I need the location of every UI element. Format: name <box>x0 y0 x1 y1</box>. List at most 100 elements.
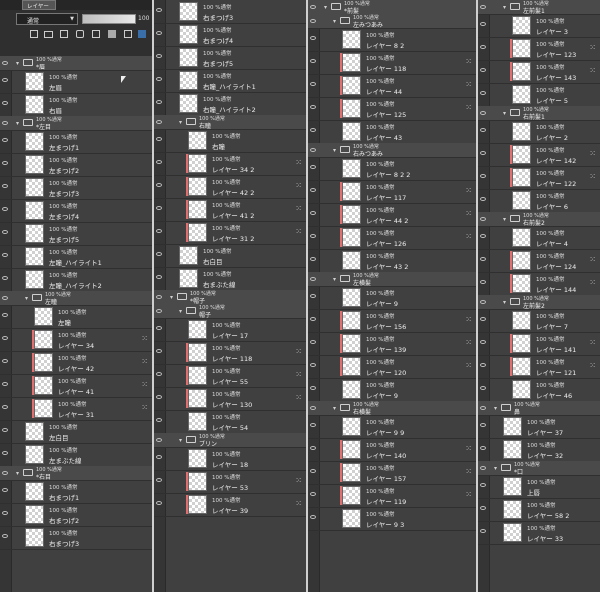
visibility-eye-icon[interactable] <box>310 317 316 321</box>
visibility-eye-icon[interactable] <box>480 423 486 427</box>
layer-row[interactable]: 100 %通常 右まつげ2 <box>0 503 152 527</box>
layer-row[interactable]: 100 %通常 レイヤー 126 ⁙ <box>308 226 476 250</box>
layer-folder[interactable]: ▾ 100 %通常 左横髪 <box>308 272 476 287</box>
layer-folder[interactable]: ▾ 100 %通常 *帽子 <box>154 290 306 305</box>
layer-row[interactable]: 100 %通常 レイヤー 44 2 ⁙ <box>308 203 476 227</box>
visibility-eye-icon[interactable] <box>2 138 8 142</box>
layer-row[interactable]: 100 %通常 右まつげ4 <box>154 23 306 47</box>
visibility-eye-icon[interactable] <box>480 317 486 321</box>
lock-icon[interactable] <box>92 30 100 38</box>
layer-folder[interactable]: ▾ 100 %通常 *左目 <box>0 116 152 131</box>
layer-row[interactable]: 100 %通常 左瞳_ハイライト2 <box>0 268 152 292</box>
visibility-eye-icon[interactable] <box>480 446 486 450</box>
layer-row[interactable]: 100 %通常 右まつげ3 <box>154 0 306 24</box>
visibility-eye-icon[interactable] <box>156 478 162 482</box>
visibility-eye-icon[interactable] <box>480 68 486 72</box>
visibility-eye-icon[interactable] <box>310 105 316 109</box>
layer-folder[interactable]: ▾ 100 %通常 左みつあみ <box>308 14 476 29</box>
layer-row[interactable]: 100 %通常 レイヤー 2 <box>478 120 600 144</box>
layer-row[interactable]: 100 %通常 レイヤー 156 ⁙ <box>308 309 476 333</box>
layer-row[interactable]: 100 %通常 レイヤー 157 ⁙ <box>308 461 476 485</box>
visibility-eye-icon[interactable] <box>310 277 316 281</box>
folder-toggle-icon[interactable]: ▾ <box>168 292 175 302</box>
visibility-eye-icon[interactable] <box>480 197 486 201</box>
layer-row[interactable]: 100 %通常 左眉 <box>0 70 152 94</box>
layer-row[interactable]: 100 %通常 レイヤー 44 ⁙ <box>308 74 476 98</box>
visibility-eye-icon[interactable] <box>2 121 8 125</box>
layer-folder[interactable]: ▾ 100 %通常 左前髪1 <box>478 0 600 15</box>
visibility-eye-icon[interactable] <box>310 128 316 132</box>
visibility-eye-icon[interactable] <box>310 165 316 169</box>
layer-row[interactable]: 100 %通常 レイヤー 143 ⁙ <box>478 60 600 84</box>
visibility-eye-icon[interactable] <box>310 257 316 261</box>
layer-folder[interactable]: ▾ 100 %通常 右横髪 <box>308 401 476 416</box>
visibility-eye-icon[interactable] <box>2 359 8 363</box>
folder-toggle-icon[interactable]: ▾ <box>501 108 508 118</box>
layer-row[interactable]: 100 %通常 レイヤー 4 <box>478 226 600 250</box>
layer-row[interactable]: 100 %通常 右瞳_ハイライト1 <box>154 69 306 93</box>
layer-row[interactable]: 100 %通常 レイヤー 58 2 <box>478 498 600 522</box>
layer-row[interactable]: 100 %通常 レイヤー 32 <box>478 438 600 462</box>
layer-row[interactable]: 100 %通常 レイヤー 3 <box>478 14 600 38</box>
visibility-eye-icon[interactable] <box>156 160 162 164</box>
folder-toggle-icon[interactable]: ▾ <box>331 403 338 413</box>
folder-toggle-icon[interactable]: ▾ <box>492 403 499 413</box>
layer-row[interactable]: 100 %通常 レイヤー 31 2 ⁙ <box>154 221 306 245</box>
layer-row[interactable]: 100 %通常 レイヤー 53 ⁙ <box>154 470 306 494</box>
visibility-eye-icon[interactable] <box>310 82 316 86</box>
visibility-eye-icon[interactable] <box>156 8 162 12</box>
layer-row[interactable]: 100 %通常 レイヤー 6 <box>478 189 600 213</box>
visibility-eye-icon[interactable] <box>156 120 162 124</box>
layer-folder[interactable]: ▾ 100 %通常 *眉 <box>0 56 152 71</box>
visibility-eye-icon[interactable] <box>310 234 316 238</box>
delete-layer-icon[interactable] <box>124 30 132 38</box>
visibility-eye-icon[interactable] <box>2 534 8 538</box>
layer-folder[interactable]: ▾ 100 %通常 ブリン <box>154 433 306 448</box>
visibility-eye-icon[interactable] <box>310 188 316 192</box>
folder-toggle-icon[interactable]: ▾ <box>177 435 184 445</box>
folder-toggle-icon[interactable]: ▾ <box>14 468 21 478</box>
layer-row[interactable]: 100 %通常 左まつげ4 <box>0 199 152 223</box>
visibility-eye-icon[interactable] <box>310 386 316 390</box>
layer-row[interactable]: 100 %通常 レイヤー 9 3 <box>308 507 476 531</box>
visibility-eye-icon[interactable] <box>480 280 486 284</box>
visibility-eye-icon[interactable] <box>156 418 162 422</box>
visibility-eye-icon[interactable] <box>156 183 162 187</box>
layer-tab[interactable]: レイヤー <box>22 0 56 10</box>
layer-row[interactable]: 100 %通常 レイヤー 117 ⁙ <box>308 180 476 204</box>
visibility-eye-icon[interactable] <box>2 382 8 386</box>
visibility-eye-icon[interactable] <box>156 295 162 299</box>
visibility-eye-icon[interactable] <box>310 469 316 473</box>
visibility-eye-icon[interactable] <box>480 151 486 155</box>
layer-row[interactable]: 100 %通常 レイヤー 5 <box>478 83 600 107</box>
visibility-eye-icon[interactable] <box>2 184 8 188</box>
layer-row[interactable]: 100 %通常 レイヤー 118 ⁙ <box>308 51 476 75</box>
visibility-eye-icon[interactable] <box>2 61 8 65</box>
layer-color-icon[interactable] <box>138 30 146 38</box>
layer-row[interactable]: 100 %通常 レイヤー 18 <box>154 447 306 471</box>
visibility-eye-icon[interactable] <box>480 363 486 367</box>
visibility-eye-icon[interactable] <box>2 253 8 257</box>
layer-row[interactable]: 100 %通常 レイヤー 46 <box>478 378 600 402</box>
visibility-eye-icon[interactable] <box>310 423 316 427</box>
folder-toggle-icon[interactable]: ▾ <box>322 2 329 12</box>
visibility-eye-icon[interactable] <box>310 340 316 344</box>
layer-row[interactable]: 100 %通常 レイヤー 55 ⁙ <box>154 364 306 388</box>
folder-toggle-icon[interactable]: ▾ <box>14 118 21 128</box>
layer-row[interactable]: 100 %通常 左まつげ2 <box>0 153 152 177</box>
visibility-eye-icon[interactable] <box>2 511 8 515</box>
visibility-eye-icon[interactable] <box>480 91 486 95</box>
folder-toggle-icon[interactable]: ▾ <box>501 214 508 224</box>
visibility-eye-icon[interactable] <box>480 174 486 178</box>
visibility-eye-icon[interactable] <box>156 438 162 442</box>
visibility-eye-icon[interactable] <box>2 161 8 165</box>
layer-row[interactable]: 100 %通常 レイヤー 42 2 ⁙ <box>154 175 306 199</box>
layer-row[interactable]: 100 %通常 左白目 <box>0 420 152 444</box>
visibility-eye-icon[interactable] <box>2 313 8 317</box>
visibility-eye-icon[interactable] <box>2 296 8 300</box>
folder-toggle-icon[interactable]: ▾ <box>501 2 508 12</box>
layer-row[interactable]: 100 %通常 レイヤー 34 ⁙ <box>0 328 152 352</box>
layer-folder[interactable]: ▾ 100 %通常 左瞳 <box>0 291 152 306</box>
visibility-eye-icon[interactable] <box>2 428 8 432</box>
layer-row[interactable]: 100 %通常 右まつげ1 <box>0 480 152 504</box>
